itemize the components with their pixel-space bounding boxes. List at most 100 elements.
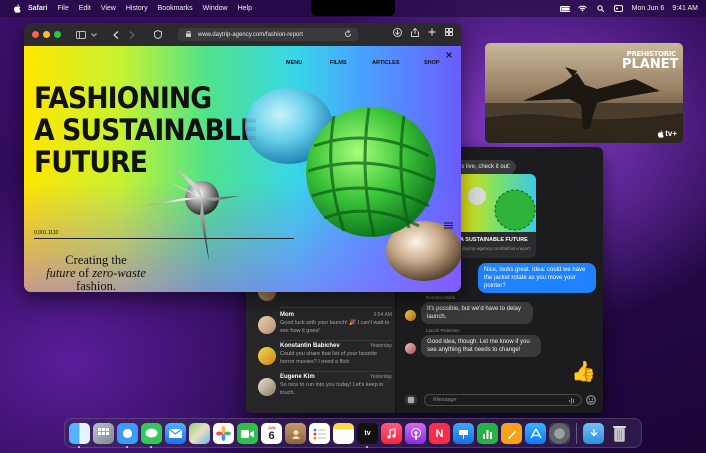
lock-icon (186, 31, 191, 37)
news-icon[interactable]: N (429, 423, 450, 444)
menu-view[interactable]: View (101, 5, 116, 12)
zoom-button[interactable] (54, 31, 61, 38)
menu-bookmarks[interactable]: Bookmarks (158, 5, 193, 12)
calendar-icon[interactable]: JUN 6 (261, 423, 282, 444)
minimize-button[interactable] (43, 31, 50, 38)
conversation-preview: Good luck with your launch! 🎉 I can't wa… (280, 320, 390, 334)
app-store-icon[interactable] (525, 423, 546, 444)
tab-overview-icon[interactable] (445, 28, 453, 36)
divider (280, 340, 392, 341)
running-indicator (78, 446, 80, 448)
conversation-item-eugene[interactable]: Eugene Kim Yesterday So nice to run into… (256, 374, 392, 404)
mail-icon[interactable] (165, 423, 186, 444)
conversation-preview: So nice to run into you today! Let's kee… (280, 382, 384, 396)
numbers-icon[interactable] (477, 423, 498, 444)
appletv-badge: tv+ (657, 129, 677, 138)
facetime-icon[interactable] (237, 423, 258, 444)
conversation-name: Eugene Kim (280, 374, 315, 380)
trash-icon[interactable] (609, 423, 630, 444)
sender-name: Romano Malla (426, 295, 456, 300)
conversation-item-konstantin[interactable]: Konstantin Babichev Yesterday Could you … (256, 343, 392, 373)
avatar (258, 378, 276, 396)
emoji-icon[interactable] (586, 395, 596, 405)
url-text: www.daytrip-agency.com/fashion-report (198, 31, 303, 38)
tv-pip-window[interactable]: PREHISTORIC PLANET tv+ (485, 43, 683, 143)
forward-icon[interactable] (126, 29, 138, 41)
avatar (258, 347, 276, 365)
notes-icon[interactable] (333, 423, 354, 444)
reload-icon[interactable] (344, 30, 352, 38)
menu-app-name[interactable]: Safari (28, 5, 47, 12)
tagline-word: future (46, 266, 76, 280)
app-store-button[interactable] (405, 395, 417, 405)
sender-name: Lanchi Pedersen (426, 328, 460, 333)
link-preview-image (457, 174, 536, 232)
menu-window[interactable]: Window (203, 5, 228, 12)
system-preferences-icon[interactable] (549, 423, 570, 444)
conversation-time: Yesterday (369, 374, 392, 380)
menubar-time[interactable]: 9:41 AM (672, 5, 698, 12)
apple-menu-icon[interactable] (12, 4, 22, 14)
address-bar[interactable]: www.daytrip-agency.com/fashion-report (178, 28, 358, 41)
podcasts-icon[interactable] (405, 423, 426, 444)
conversation-preview: Could you share that list of your favori… (280, 351, 377, 365)
search-icon[interactable] (596, 5, 606, 13)
downloads-folder-icon[interactable] (583, 423, 604, 444)
conversation-name: Konstantin Babichev (280, 343, 340, 349)
link-preview-card[interactable]: A SUSTAINABLE FUTURE daytrip-agency.com/… (457, 174, 536, 258)
launchpad-icon[interactable] (93, 423, 114, 444)
page-tagline: Creating the future of zero-waste fashio… (46, 254, 146, 293)
menubar-date[interactable]: Mon Jun 6 (632, 5, 665, 12)
conversation-item-mom[interactable]: Mom 6:54 AM Good luck with your launch! … (256, 312, 392, 342)
camera-notch (311, 0, 395, 16)
link-preview-title: A SUSTAINABLE FUTURE (460, 237, 528, 243)
apple-logo-icon (658, 130, 664, 138)
avatar (258, 316, 276, 334)
menu-help[interactable]: Help (238, 5, 252, 12)
menu-lines-icon[interactable] (444, 222, 453, 229)
wifi-icon[interactable] (578, 5, 588, 13)
music-icon[interactable] (381, 423, 402, 444)
tv-icon[interactable]: tv (357, 423, 378, 444)
tagline-word: of (78, 266, 90, 280)
conversation-time: 6:54 AM (373, 312, 392, 318)
running-indicator (126, 446, 128, 448)
safari-icon[interactable] (117, 423, 138, 444)
keynote-icon[interactable] (453, 423, 474, 444)
sidebar-toggle-icon[interactable] (75, 29, 87, 41)
conversation-time: Yesterday (369, 343, 392, 349)
finder-icon[interactable] (69, 423, 90, 444)
messages-icon[interactable] (141, 423, 162, 444)
battery-icon[interactable] (559, 5, 570, 13)
close-button[interactable] (32, 31, 39, 38)
privacy-shield-icon[interactable] (152, 29, 164, 41)
imessage-input[interactable]: iMessage (424, 394, 582, 406)
running-indicator (366, 446, 368, 448)
contacts-icon[interactable] (285, 423, 306, 444)
avatar (405, 310, 416, 321)
back-icon[interactable] (110, 29, 122, 41)
new-tab-icon[interactable] (428, 28, 436, 36)
tagline-word: zero-waste (92, 266, 146, 280)
avatar (405, 343, 416, 354)
safari-toolbar: www.daytrip-agency.com/fashion-report (24, 23, 461, 46)
thumbs-up-reaction: 👍 (571, 361, 596, 383)
audio-wave-icon[interactable] (569, 398, 575, 404)
menu-file[interactable]: File (57, 5, 68, 12)
photos-icon[interactable] (213, 423, 234, 444)
pages-icon[interactable] (501, 423, 522, 444)
safari-window[interactable]: www.daytrip-agency.com/fashion-report ME… (24, 23, 461, 292)
maps-icon[interactable] (189, 423, 210, 444)
control-center-icon[interactable] (614, 5, 624, 13)
menu-history[interactable]: History (126, 5, 148, 12)
menu-edit[interactable]: Edit (79, 5, 91, 12)
tv-show-title: PREHISTORIC PLANET (622, 50, 679, 72)
reminders-icon[interactable] (309, 423, 330, 444)
link-preview-graphic (468, 187, 536, 231)
share-icon[interactable] (411, 28, 419, 37)
divider (34, 238, 294, 239)
imessage-placeholder: iMessage (433, 397, 457, 403)
downloads-icon[interactable] (393, 28, 402, 37)
chevron-down-icon[interactable] (88, 29, 100, 41)
message-bubble-incoming: It's possible, but we'd have to delay la… (421, 302, 533, 324)
